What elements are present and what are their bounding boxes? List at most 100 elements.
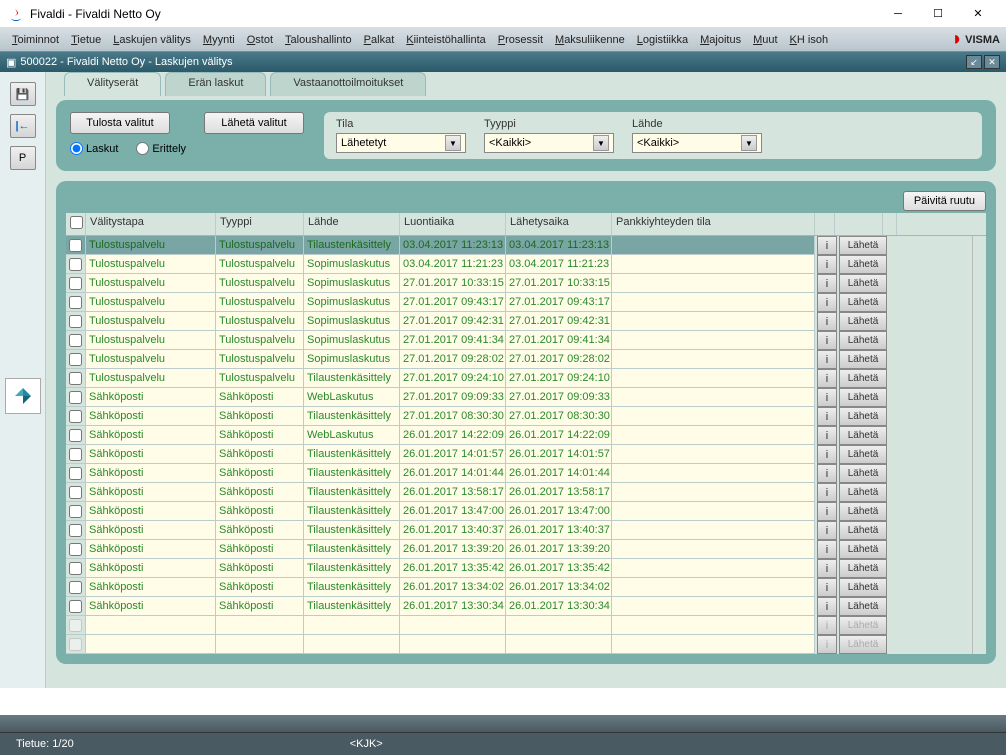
print-selected-button[interactable]: Tulosta valitut xyxy=(70,112,170,134)
row-send-button[interactable]: Lähetä xyxy=(839,369,887,388)
row-send-button[interactable]: Lähetä xyxy=(839,464,887,483)
menu-prosessit[interactable]: Prosessit xyxy=(492,32,549,48)
minimize-button[interactable]: ─ xyxy=(878,0,918,28)
row-send-button[interactable]: Lähetä xyxy=(839,350,887,369)
table-row[interactable]: TulostuspalveluTulostuspalveluTilaustenk… xyxy=(66,236,972,255)
table-row[interactable]: SähköpostiSähköpostiTilaustenkäsittely26… xyxy=(66,540,972,559)
table-row[interactable]: SähköpostiSähköpostiTilaustenkäsittely26… xyxy=(66,597,972,616)
row-info-button[interactable]: i xyxy=(817,483,837,502)
row-checkbox[interactable] xyxy=(66,502,86,521)
table-row[interactable]: SähköpostiSähköpostiTilaustenkäsittely26… xyxy=(66,445,972,464)
row-info-button[interactable]: i xyxy=(817,369,837,388)
row-checkbox[interactable] xyxy=(66,521,86,540)
row-send-button[interactable]: Lähetä xyxy=(839,502,887,521)
tab-v-lityser-t[interactable]: Välityserät xyxy=(64,72,161,96)
col-luontiaika[interactable]: Luontiaika xyxy=(400,213,506,235)
row-send-button[interactable]: Lähetä xyxy=(839,578,887,597)
tyyppi-select[interactable]: <Kaikki>▼ xyxy=(484,133,614,153)
row-info-button[interactable]: i xyxy=(817,350,837,369)
row-send-button[interactable]: Lähetä xyxy=(839,559,887,578)
menu-tietue[interactable]: Tietue xyxy=(65,32,107,48)
col-valitystapa[interactable]: Välitystapa xyxy=(86,213,216,235)
row-checkbox[interactable] xyxy=(66,274,86,293)
table-row[interactable]: TulostuspalveluTulostuspalveluSopimuslas… xyxy=(66,293,972,312)
row-checkbox[interactable] xyxy=(66,578,86,597)
menu-muut[interactable]: Muut xyxy=(747,32,783,48)
row-info-button[interactable]: i xyxy=(817,236,837,255)
row-info-button[interactable]: i xyxy=(817,331,837,350)
table-row[interactable]: SähköpostiSähköpostiWebLaskutus27.01.201… xyxy=(66,388,972,407)
table-row[interactable]: SähköpostiSähköpostiTilaustenkäsittely26… xyxy=(66,559,972,578)
row-checkbox[interactable] xyxy=(66,236,86,255)
table-row[interactable]: SähköpostiSähköpostiTilaustenkäsittely26… xyxy=(66,502,972,521)
table-row[interactable]: TulostuspalveluTulostuspalveluTilaustenk… xyxy=(66,369,972,388)
tila-select[interactable]: Lähetetyt▼ xyxy=(336,133,466,153)
row-info-button[interactable]: i xyxy=(817,578,837,597)
row-checkbox[interactable] xyxy=(66,559,86,578)
row-checkbox[interactable] xyxy=(66,369,86,388)
lahde-select[interactable]: <Kaikki>▼ xyxy=(632,133,762,153)
row-send-button[interactable]: Lähetä xyxy=(839,540,887,559)
refresh-button[interactable]: Päivitä ruutu xyxy=(903,191,986,211)
send-selected-button[interactable]: Lähetä valitut xyxy=(204,112,304,134)
menu-kiinteistöhallinta[interactable]: Kiinteistöhallinta xyxy=(400,32,492,48)
sub-resize-button[interactable]: ↙ xyxy=(966,55,982,69)
row-info-button[interactable]: i xyxy=(817,407,837,426)
row-info-button[interactable]: i xyxy=(817,597,837,616)
table-row[interactable]: SähköpostiSähköpostiWebLaskutus26.01.201… xyxy=(66,426,972,445)
row-send-button[interactable]: Lähetä xyxy=(839,407,887,426)
row-checkbox[interactable] xyxy=(66,407,86,426)
menu-taloushallinto[interactable]: Taloushallinto xyxy=(279,32,358,48)
col-lahetysaika[interactable]: Lähetysaika xyxy=(506,213,612,235)
row-checkbox[interactable] xyxy=(66,464,86,483)
menu-kh-isoh[interactable]: KH isoh xyxy=(784,32,835,48)
tab-er-n-laskut[interactable]: Erän laskut xyxy=(165,72,266,96)
close-button[interactable]: ✕ xyxy=(958,0,998,28)
row-checkbox[interactable] xyxy=(66,483,86,502)
row-info-button[interactable]: i xyxy=(817,521,837,540)
menu-palkat[interactable]: Palkat xyxy=(358,32,401,48)
table-row[interactable]: TulostuspalveluTulostuspalveluSopimuslas… xyxy=(66,274,972,293)
row-info-button[interactable]: i xyxy=(817,464,837,483)
menu-maksuliikenne[interactable]: Maksuliikenne xyxy=(549,32,631,48)
menu-laskujen-välitys[interactable]: Laskujen välitys xyxy=(107,32,197,48)
row-send-button[interactable]: Lähetä xyxy=(839,331,887,350)
row-info-button[interactable]: i xyxy=(817,559,837,578)
sub-close-button[interactable]: ✕ xyxy=(984,55,1000,69)
row-checkbox[interactable] xyxy=(66,255,86,274)
row-checkbox[interactable] xyxy=(66,426,86,445)
table-row[interactable]: SähköpostiSähköpostiTilaustenkäsittely26… xyxy=(66,521,972,540)
row-info-button[interactable]: i xyxy=(817,426,837,445)
save-button[interactable]: 💾 xyxy=(10,82,36,106)
row-send-button[interactable]: Lähetä xyxy=(839,312,887,331)
back-button[interactable]: |← xyxy=(10,114,36,138)
table-row[interactable]: SähköpostiSähköpostiTilaustenkäsittely27… xyxy=(66,407,972,426)
row-info-button[interactable]: i xyxy=(817,255,837,274)
vertical-scrollbar[interactable] xyxy=(972,236,986,654)
row-send-button[interactable]: Lähetä xyxy=(839,445,887,464)
table-row[interactable]: SähköpostiSähköpostiTilaustenkäsittely26… xyxy=(66,483,972,502)
table-row[interactable]: SähköpostiSähköpostiTilaustenkäsittely26… xyxy=(66,578,972,597)
col-tyyppi[interactable]: Tyyppi xyxy=(216,213,304,235)
row-send-button[interactable]: Lähetä xyxy=(839,597,887,616)
row-checkbox[interactable] xyxy=(66,388,86,407)
menu-toiminnot[interactable]: Toiminnot xyxy=(6,32,65,48)
tab-vastaanottoilmoitukset[interactable]: Vastaanottoilmoitukset xyxy=(270,72,426,96)
table-row[interactable]: TulostuspalveluTulostuspalveluSopimuslas… xyxy=(66,312,972,331)
row-checkbox[interactable] xyxy=(66,445,86,464)
row-info-button[interactable]: i xyxy=(817,293,837,312)
table-row[interactable]: TulostuspalveluTulostuspalveluSopimuslas… xyxy=(66,350,972,369)
row-send-button[interactable]: Lähetä xyxy=(839,388,887,407)
table-row[interactable]: TulostuspalveluTulostuspalveluSopimuslas… xyxy=(66,255,972,274)
table-row[interactable]: TulostuspalveluTulostuspalveluSopimuslas… xyxy=(66,331,972,350)
menu-logistiikka[interactable]: Logistiikka xyxy=(631,32,694,48)
table-row[interactable]: SähköpostiSähköpostiTilaustenkäsittely26… xyxy=(66,464,972,483)
radio-erittely[interactable]: Erittely xyxy=(136,142,186,155)
row-send-button[interactable]: Lähetä xyxy=(839,274,887,293)
row-info-button[interactable]: i xyxy=(817,502,837,521)
col-lahde[interactable]: Lähde xyxy=(304,213,400,235)
radio-laskut[interactable]: Laskut xyxy=(70,142,118,155)
row-info-button[interactable]: i xyxy=(817,388,837,407)
menu-majoitus[interactable]: Majoitus xyxy=(694,32,747,48)
row-checkbox[interactable] xyxy=(66,312,86,331)
